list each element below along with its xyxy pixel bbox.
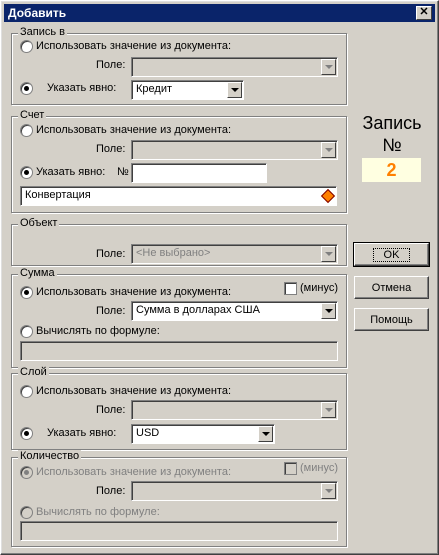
schet-explicit-label: Указать явно: [36, 166, 106, 178]
record-no-label: № [382, 135, 402, 155]
kolichestvo-field-combo[interactable] [131, 481, 338, 501]
sloy-use-doc-radio[interactable] [20, 385, 33, 398]
chevron-down-icon[interactable] [321, 142, 336, 158]
group-schet-title: Счет [18, 109, 47, 121]
summa-use-doc-label: Использовать значение из документа: [36, 286, 232, 298]
close-icon[interactable]: ✕ [416, 6, 432, 20]
schet-name-value: Конвертация [25, 189, 91, 201]
chevron-down-icon[interactable] [321, 303, 336, 319]
chevron-down-icon[interactable] [321, 402, 336, 418]
zapis-explicit-combo[interactable]: Кредит [131, 80, 244, 100]
summa-field-value: Сумма в долларах США [136, 304, 260, 316]
chevron-down-icon[interactable] [321, 483, 336, 499]
summa-field-label: Поле: [96, 305, 126, 317]
summa-minus-label: (минус) [300, 282, 338, 294]
sloy-explicit-radio[interactable] [20, 427, 33, 440]
sloy-explicit-label: Указать явно: [47, 427, 117, 439]
schet-name-field[interactable]: Конвертация [20, 186, 337, 206]
zapis-explicit-value: Кредит [136, 83, 173, 95]
record-label-block: Запись № [352, 112, 432, 156]
zapis-explicit-label: Указать явно: [47, 82, 117, 94]
chevron-down-icon[interactable] [321, 59, 336, 75]
schet-number-label: № [117, 166, 129, 178]
sloy-explicit-value: USD [136, 427, 160, 439]
chevron-down-icon[interactable] [321, 246, 336, 262]
group-obekt-title: Объект [18, 217, 60, 229]
schet-use-doc-radio[interactable] [20, 124, 33, 137]
help-button[interactable]: Помощь [354, 308, 429, 331]
summa-field-combo[interactable]: Сумма в долларах США [131, 301, 338, 321]
kolichestvo-minus-label: (минус) [300, 462, 338, 474]
summa-formula-input[interactable] [20, 341, 338, 361]
obekt-field-combo[interactable]: <Не выбрано> [131, 244, 338, 264]
title-bar[interactable]: Добавить ✕ [4, 4, 435, 22]
schet-number-input[interactable] [131, 163, 267, 183]
sloy-use-doc-label: Использовать значение из документа: [36, 385, 232, 397]
schet-explicit-radio[interactable] [20, 166, 33, 179]
sloy-field-label: Поле: [96, 404, 126, 416]
schet-use-doc-label: Использовать значение из документа: [36, 124, 232, 136]
chevron-down-icon[interactable] [227, 82, 242, 98]
group-kolichestvo-title: Количество [18, 450, 82, 462]
sloy-explicit-combo[interactable]: USD [131, 424, 275, 444]
kolichestvo-minus-checkbox[interactable] [284, 462, 297, 475]
kolichestvo-formula-label: Вычислять по формуле: [36, 506, 160, 518]
zapis-use-doc-label: Использовать значение из документа: [36, 40, 232, 52]
group-sloy-title: Слой [18, 366, 49, 378]
group-zapis-title: Запись в [18, 26, 67, 38]
record-number: 2 [362, 158, 421, 182]
kolichestvo-use-doc-label: Использовать значение из документа: [36, 466, 232, 478]
chevron-down-icon[interactable] [258, 426, 273, 442]
kolichestvo-field-label: Поле: [96, 485, 126, 497]
schet-field-combo[interactable] [131, 140, 338, 160]
sloy-field-combo[interactable] [131, 400, 338, 420]
ok-button[interactable]: OK [353, 242, 430, 267]
obekt-field-label: Поле: [96, 248, 126, 260]
window-title: Добавить [8, 6, 67, 20]
summa-formula-radio[interactable] [20, 325, 33, 338]
zapis-field-label: Поле: [96, 59, 126, 71]
ok-button-label: OK [372, 248, 411, 262]
group-summa-title: Сумма [18, 267, 57, 279]
summa-use-doc-radio[interactable] [20, 286, 33, 299]
kolichestvo-formula-radio[interactable] [20, 506, 33, 519]
diamond-icon[interactable] [320, 188, 336, 204]
zapis-explicit-radio[interactable] [20, 82, 33, 95]
kolichestvo-formula-input[interactable] [20, 521, 338, 541]
summa-minus-checkbox[interactable] [284, 282, 297, 295]
schet-field-label: Поле: [96, 143, 126, 155]
summa-formula-label: Вычислять по формуле: [36, 325, 160, 337]
cancel-button[interactable]: Отмена [354, 276, 429, 299]
record-label: Запись [362, 113, 422, 133]
zapis-field-combo[interactable] [131, 57, 338, 77]
kolichestvo-use-doc-radio[interactable] [20, 466, 33, 479]
zapis-use-doc-radio[interactable] [20, 40, 33, 53]
obekt-field-value: <Не выбрано> [136, 247, 211, 259]
